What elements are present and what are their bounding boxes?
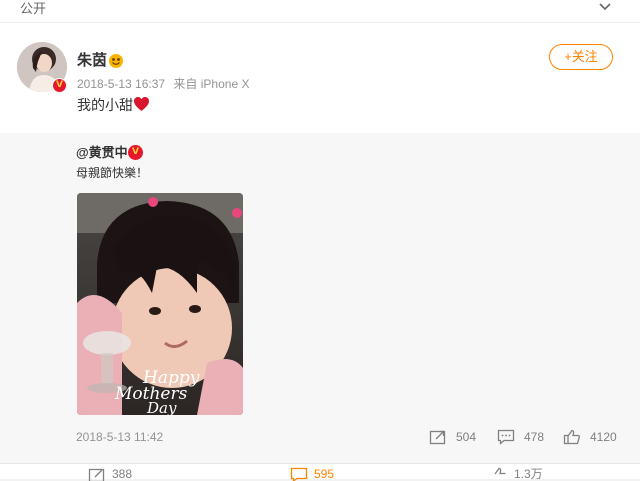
like-count-value: 4120 — [590, 429, 617, 445]
comment-icon — [290, 467, 308, 481]
visibility-bar: 公开 — [0, 0, 640, 23]
repost-photo[interactable]: Happy Mothers Day — [77, 193, 243, 415]
post-date[interactable]: 2018-5-13 16:37 — [77, 77, 165, 91]
visibility-label[interactable]: 公开 — [20, 0, 46, 18]
repost-icon — [429, 429, 447, 445]
comment-count-value: 478 — [524, 429, 544, 445]
comment-icon — [497, 429, 515, 445]
author-name[interactable]: 朱茵 — [77, 52, 107, 70]
thumbs-up-icon — [563, 429, 581, 445]
post-text: 我的小甜 — [77, 96, 133, 114]
action-bar: 388 595 1.3万 — [0, 463, 640, 479]
author-avatar[interactable]: V — [17, 42, 67, 92]
action-like-count: 1.3万 — [514, 467, 543, 481]
chevron-down-icon[interactable] — [598, 0, 612, 14]
like-count[interactable]: 4120 — [563, 429, 619, 445]
action-comment-count: 595 — [314, 467, 334, 481]
repost-icon — [88, 467, 106, 481]
verified-v-icon: V — [52, 78, 67, 93]
repost-author[interactable]: @黄贯中 — [76, 145, 128, 161]
verified-v-icon: V — [128, 145, 143, 160]
photo-text-day: Day — [146, 399, 177, 415]
weibo-post-card: 公开 V 朱茵 2018-5-13 16:37 来自 iPhone X +关注 … — [0, 0, 640, 478]
repost-timestamp[interactable]: 2018-5-13 11:42 — [76, 429, 163, 445]
repost-count-value: 504 — [456, 429, 476, 445]
follow-button[interactable]: +关注 — [549, 44, 613, 70]
repost-text: 母親節快樂！ — [76, 165, 148, 181]
action-repost-count: 388 — [112, 467, 132, 481]
post-meta: 2018-5-13 16:37 来自 iPhone X — [77, 76, 254, 92]
comment-count[interactable]: 478 — [497, 429, 547, 445]
repost-block: @黄贯中 V 母親節快樂！ — [0, 133, 640, 463]
thumbs-up-icon — [490, 467, 508, 481]
emoji-badge-icon — [108, 53, 124, 69]
repost-count[interactable]: 504 — [429, 429, 479, 445]
post-source: 来自 iPhone X — [173, 77, 249, 91]
red-heart-icon — [133, 96, 150, 112]
